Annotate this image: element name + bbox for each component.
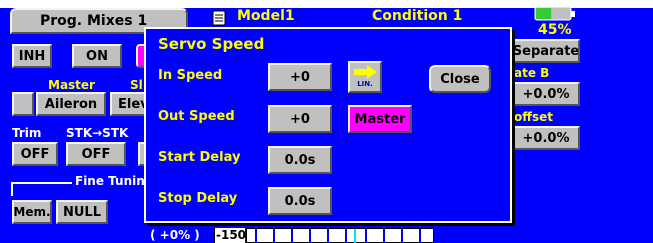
rate-b-value[interactable]: +0.0% [512, 82, 580, 106]
screen: Prog. Mixes 1 Model1 Condition 1 45% INH… [0, 0, 653, 243]
offset-label: offset [514, 110, 553, 124]
slave-label: Sl [130, 78, 143, 92]
master-select-button[interactable]: Aileron [36, 92, 106, 116]
stop-delay-label: Stop Delay [158, 191, 238, 206]
start-delay-value[interactable]: 0.0s [268, 146, 332, 174]
inh-button[interactable]: INH [12, 44, 52, 68]
dialog-title: Servo Speed [158, 35, 265, 53]
out-speed-value[interactable]: +0 [268, 105, 332, 133]
percent-readout: ( +0% ) [150, 228, 200, 242]
null-button[interactable]: NULL [56, 200, 108, 224]
trim-button[interactable]: OFF [12, 142, 58, 166]
stk-label: STK→STK [66, 126, 129, 140]
master-link-button[interactable] [12, 92, 34, 116]
slave-select-button[interactable]: Elev [110, 92, 148, 116]
condition-name: Condition 1 [372, 8, 463, 24]
mem-button[interactable]: Mem. [12, 200, 52, 224]
in-speed-value[interactable]: +0 [268, 63, 332, 91]
stk-button[interactable]: OFF [66, 142, 126, 166]
offset-value[interactable]: +0.0% [512, 126, 580, 150]
out-speed-label: Out Speed [158, 109, 235, 124]
rate-b-label: ate B [514, 66, 550, 80]
arrow-right-icon [354, 65, 377, 79]
curve-type-text: LIN. [357, 80, 373, 88]
battery-icon [534, 6, 575, 21]
master-button[interactable]: Master [348, 105, 412, 133]
tab-label: Prog. Mixes 1 [40, 13, 148, 29]
battery-fill [536, 8, 552, 19]
separate-button[interactable]: Separate [512, 39, 580, 63]
curve-type-button[interactable]: LIN. [348, 61, 382, 93]
model-name: Model1 [237, 8, 295, 24]
servo-speed-dialog: Servo Speed In Speed +0 LIN. Close Out S… [144, 27, 512, 223]
page-icon[interactable] [212, 10, 226, 26]
start-delay-label: Start Delay [158, 150, 241, 165]
trim-label: Trim [12, 126, 42, 140]
battery-percent: 45% [538, 22, 572, 38]
scale-label: -150 [216, 228, 247, 242]
position-cursor [354, 229, 356, 243]
stop-delay-value[interactable]: 0.0s [268, 187, 332, 215]
on-button[interactable]: ON [72, 44, 122, 68]
in-speed-label: In Speed [158, 68, 223, 83]
position-bar [246, 228, 434, 243]
master-label: Master [48, 78, 95, 92]
close-button[interactable]: Close [429, 65, 491, 93]
